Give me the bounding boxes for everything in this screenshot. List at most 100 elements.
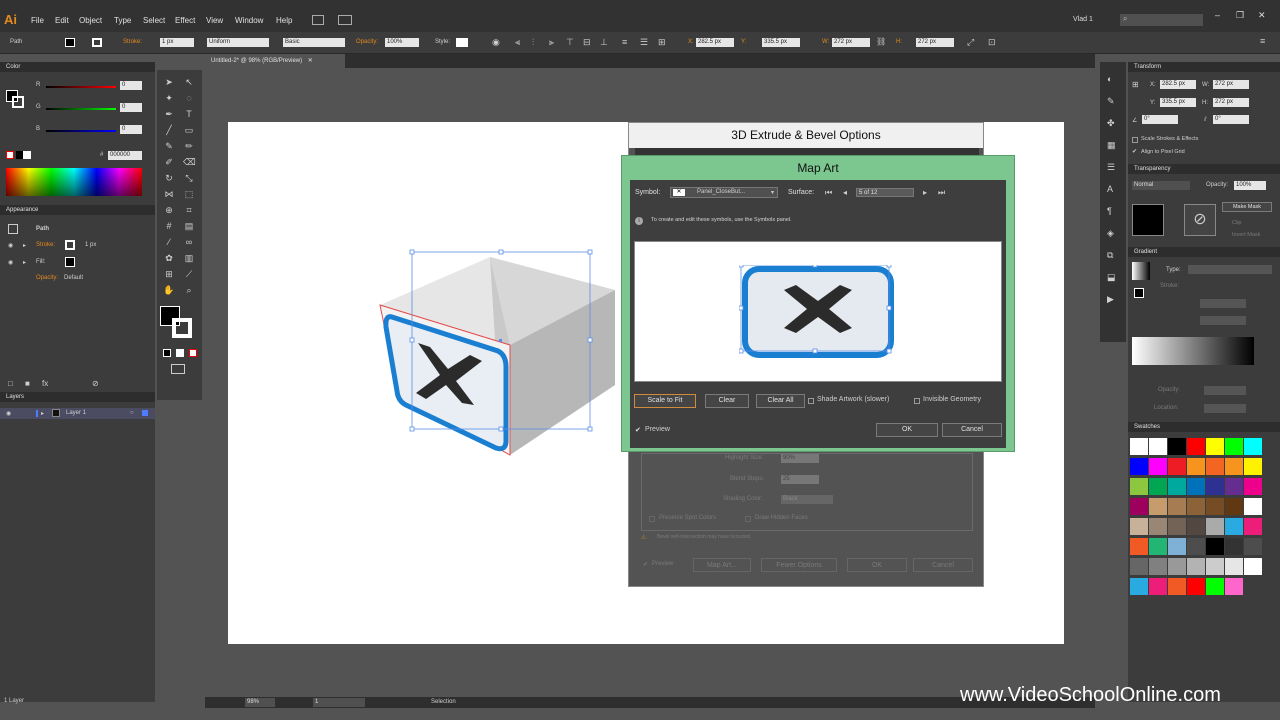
perspective-grid-tool-icon[interactable]: ⌗: [183, 204, 195, 216]
type-tool-icon[interactable]: T: [183, 108, 195, 120]
surface-preview[interactable]: [634, 241, 1002, 382]
color-swatch[interactable]: [1149, 498, 1167, 515]
color-swatch[interactable]: [1130, 558, 1148, 575]
menu-select[interactable]: Select: [143, 16, 165, 25]
bounding-handle[interactable]: [498, 426, 504, 432]
scale-tool-icon[interactable]: ⤡: [183, 172, 195, 184]
pen-tool-icon[interactable]: ✒: [163, 108, 175, 120]
preview-checkmark-icon[interactable]: ✔: [635, 426, 641, 434]
shape-builder-tool-icon[interactable]: ⊕: [163, 204, 175, 216]
next-surface-icon[interactable]: ▸: [923, 188, 927, 197]
align-center-icon[interactable]: ⫶: [532, 37, 534, 48]
color-swatch[interactable]: [1225, 478, 1243, 495]
layer-expand-icon[interactable]: ▸: [41, 410, 44, 417]
hand-tool-icon[interactable]: ✋: [163, 284, 175, 296]
fewer-options-button[interactable]: Fewer Options: [761, 558, 837, 572]
color-swatch[interactable]: [1168, 558, 1186, 575]
color-swatch[interactable]: [1187, 458, 1205, 475]
mesh-tool-icon[interactable]: #: [163, 220, 175, 232]
gradient-opacity-field[interactable]: [1204, 386, 1246, 395]
zoom-tool-icon[interactable]: ⌕: [183, 284, 195, 296]
line-tool-icon[interactable]: ╱: [163, 124, 175, 136]
selection-tool-icon[interactable]: ➤: [163, 76, 175, 88]
symbol-handle[interactable]: [812, 348, 818, 354]
dialog-3d-cancel-button[interactable]: Cancel: [913, 558, 973, 572]
color-swatch[interactable]: [1168, 578, 1186, 595]
clear-button[interactable]: Clear: [705, 394, 749, 408]
map-art-button[interactable]: Map Art...: [693, 558, 751, 572]
color-swatch[interactable]: [1130, 438, 1148, 455]
color-swatch[interactable]: [1168, 538, 1186, 555]
b-slider[interactable]: [46, 130, 116, 132]
color-swatch[interactable]: [1244, 498, 1262, 515]
align-left-icon[interactable]: ⫷: [515, 37, 520, 48]
blend-mode-select[interactable]: Normal: [1132, 181, 1190, 190]
align-middle-icon[interactable]: ⊟: [583, 37, 591, 48]
opacity-mask-thumbnail[interactable]: [1132, 204, 1164, 236]
graphic-style-swatch[interactable]: [456, 38, 468, 47]
color-swatch[interactable]: [1225, 538, 1243, 555]
g-field[interactable]: 0: [120, 103, 142, 112]
brushes-icon[interactable]: ✎: [1107, 96, 1115, 107]
clear-all-button[interactable]: Clear All: [756, 394, 805, 408]
gradient-mode-icon[interactable]: [176, 349, 184, 357]
symbol-handle[interactable]: [739, 348, 744, 354]
menu-window[interactable]: Window: [235, 16, 263, 25]
color-swatch[interactable]: [1149, 538, 1167, 555]
isolate-icon[interactable]: ⊡: [988, 37, 996, 48]
map-art-cancel-button[interactable]: Cancel: [942, 423, 1002, 437]
blob-brush-tool-icon[interactable]: ✐: [163, 156, 175, 168]
shade-artwork-checkbox[interactable]: [808, 398, 814, 404]
color-swatch[interactable]: [1187, 498, 1205, 515]
restore-icon[interactable]: ❐: [1236, 10, 1244, 21]
gradient-thumbnail[interactable]: [1132, 262, 1150, 280]
last-surface-icon[interactable]: ⏭: [938, 188, 945, 198]
color-swatch[interactable]: [1187, 478, 1205, 495]
symbol-handle[interactable]: [739, 305, 744, 311]
color-swatch[interactable]: [1187, 538, 1205, 555]
transparency-panel-header[interactable]: Transparency: [1128, 164, 1280, 174]
r-slider[interactable]: [46, 86, 116, 88]
shading-color-select[interactable]: Black: [781, 495, 833, 504]
symbol-handle[interactable]: [886, 265, 892, 268]
brush-definition[interactable]: Basic: [283, 38, 345, 47]
symbols-icon[interactable]: ✤: [1107, 118, 1115, 129]
menu-object[interactable]: Object: [79, 16, 102, 25]
stroke-label[interactable]: Stroke:: [123, 39, 142, 45]
color-swatch[interactable]: [1225, 438, 1243, 455]
appearance-stroke-label[interactable]: Stroke:: [36, 242, 55, 248]
screen-mode-icon[interactable]: [171, 364, 185, 374]
link-icon[interactable]: ⛓: [876, 37, 886, 46]
distribute-icon[interactable]: ≡: [622, 37, 627, 47]
symbol-preview-art[interactable]: [739, 265, 897, 361]
color-swatch[interactable]: [1244, 558, 1262, 575]
color-swatch[interactable]: [1244, 538, 1262, 555]
current-tool-status[interactable]: Selection: [431, 699, 456, 705]
color-swatch[interactable]: [1225, 558, 1243, 575]
close-icon[interactable]: ✕: [1258, 10, 1266, 21]
color-swatch[interactable]: [1168, 498, 1186, 515]
surface-field[interactable]: 5 of 12: [856, 188, 914, 197]
bounding-handle[interactable]: [587, 426, 593, 432]
color-swatch[interactable]: [1244, 458, 1262, 475]
color-swatch[interactable]: [1130, 538, 1148, 555]
color-swatch[interactable]: [1206, 438, 1224, 455]
dialog-3d-ok-button[interactable]: OK: [847, 558, 907, 572]
distribute-center-icon[interactable]: ☰: [640, 37, 648, 48]
draw-hidden-checkbox[interactable]: [745, 516, 751, 522]
color-swatch[interactable]: [1187, 438, 1205, 455]
g-slider[interactable]: [46, 108, 116, 110]
b-field[interactable]: 0: [120, 125, 142, 134]
invisible-geometry-checkbox[interactable]: [914, 398, 920, 404]
stroke-weight-field[interactable]: 1 px: [160, 38, 194, 47]
bounding-handle[interactable]: [409, 249, 415, 255]
color-swatch[interactable]: [1206, 538, 1224, 555]
shear-field[interactable]: 0°: [1213, 115, 1249, 124]
gradient-tool-icon[interactable]: ▤: [183, 220, 195, 232]
layer-selection-indicator[interactable]: [142, 410, 148, 416]
add-effect-icon[interactable]: fx: [42, 379, 48, 388]
color-swatch[interactable]: [1149, 518, 1167, 535]
y-field[interactable]: 335.5 px: [762, 38, 800, 47]
none-color-icon[interactable]: [6, 151, 14, 159]
layers-icon[interactable]: ◈: [1107, 228, 1114, 239]
